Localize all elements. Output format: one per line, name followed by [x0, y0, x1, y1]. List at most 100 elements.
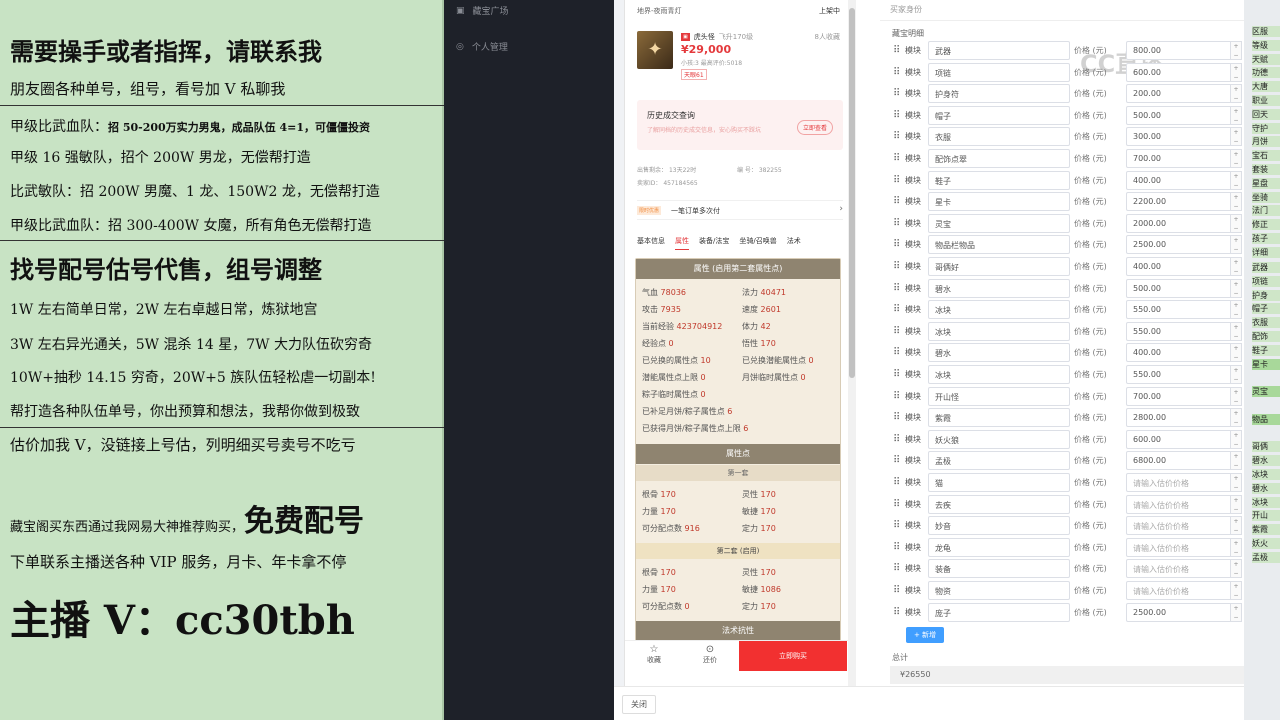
price-input[interactable]: 700.00	[1126, 149, 1234, 168]
nav-item-plaza[interactable]: ▣ 藏宝广场	[456, 4, 509, 18]
promo-bar[interactable]: 限时优惠 一笔订单多次付 ›	[637, 200, 843, 220]
module-name-input[interactable]: 护身符	[928, 84, 1070, 104]
nav-item-personal[interactable]: ◎ 个人管理	[456, 40, 508, 54]
price-input[interactable]: 600.00	[1126, 429, 1234, 449]
drag-handle-icon[interactable]: ⠿	[893, 347, 900, 358]
price-stepper[interactable]: + −	[1230, 429, 1242, 449]
module-name-input[interactable]: 妙音	[928, 516, 1070, 536]
drag-handle-icon[interactable]: ⠿	[893, 67, 900, 78]
drag-handle-icon[interactable]: ⠿	[893, 45, 900, 56]
drag-handle-icon[interactable]: ⠿	[893, 218, 900, 229]
price-stepper[interactable]: + −	[1230, 127, 1242, 147]
module-name-input[interactable]: 紫霞	[928, 408, 1070, 428]
module-name-input[interactable]: 鞋子	[928, 170, 1070, 190]
module-name-input[interactable]: 装备	[928, 559, 1070, 579]
price-stepper[interactable]: + −	[1230, 213, 1242, 233]
module-name-input[interactable]: 孟极	[928, 451, 1070, 471]
price-input[interactable]: 550.00	[1126, 321, 1234, 341]
price-stepper[interactable]: + −	[1230, 559, 1242, 579]
price-input[interactable]: 550.00	[1126, 300, 1234, 320]
drag-handle-icon[interactable]: ⠿	[893, 542, 900, 553]
price-input[interactable]: 请输入估价价格	[1126, 537, 1234, 557]
drag-handle-icon[interactable]: ⠿	[893, 196, 900, 207]
price-stepper[interactable]: + −	[1230, 494, 1242, 514]
price-input[interactable]: 2800.00	[1126, 408, 1234, 428]
price-stepper[interactable]: + −	[1230, 278, 1242, 298]
price-input[interactable]: 400.00	[1126, 257, 1234, 276]
module-name-input[interactable]: 冰块	[928, 365, 1070, 384]
module-name-input[interactable]: 武器	[928, 41, 1070, 60]
price-stepper[interactable]: + −	[1230, 149, 1242, 168]
tab-attributes[interactable]: 属性	[675, 236, 689, 250]
price-stepper[interactable]: + −	[1230, 192, 1242, 212]
drag-handle-icon[interactable]: ⠿	[893, 88, 900, 99]
drag-handle-icon[interactable]: ⠿	[893, 369, 900, 380]
price-stepper[interactable]: + −	[1230, 105, 1242, 125]
module-name-input[interactable]: 猫	[928, 473, 1070, 492]
price-stepper[interactable]: + −	[1230, 300, 1242, 320]
module-name-input[interactable]: 哥俩好	[928, 257, 1070, 276]
module-name-input[interactable]: 配饰点翠	[928, 149, 1070, 168]
add-row-button[interactable]: + 新增	[906, 627, 944, 643]
bargain-button[interactable]: ⊙ 还价	[703, 644, 717, 665]
module-name-input[interactable]: 冰块	[928, 321, 1070, 341]
price-input[interactable]: 请输入估价价格	[1126, 473, 1234, 492]
price-input[interactable]: 2500.00	[1126, 602, 1234, 622]
module-name-input[interactable]: 项链	[928, 62, 1070, 82]
drag-handle-icon[interactable]: ⠿	[893, 585, 900, 596]
module-name-input[interactable]: 帽子	[928, 105, 1070, 125]
price-stepper[interactable]: + −	[1230, 321, 1242, 341]
drag-handle-icon[interactable]: ⠿	[893, 131, 900, 142]
favorite-button[interactable]: ☆ 收藏	[647, 644, 661, 665]
price-input[interactable]: 2000.00	[1126, 213, 1234, 233]
module-name-input[interactable]: 龙龟	[928, 537, 1070, 557]
drag-handle-icon[interactable]: ⠿	[893, 326, 900, 337]
scrollbar[interactable]	[848, 0, 856, 686]
drag-handle-icon[interactable]: ⠿	[893, 391, 900, 402]
price-input[interactable]: 550.00	[1126, 365, 1234, 384]
drag-handle-icon[interactable]: ⠿	[893, 110, 900, 121]
tab-basic[interactable]: 基本信息	[637, 236, 665, 250]
price-stepper[interactable]: + −	[1230, 365, 1242, 384]
price-stepper[interactable]: + −	[1230, 170, 1242, 190]
drag-handle-icon[interactable]: ⠿	[893, 153, 900, 164]
price-input[interactable]: 请输入估价价格	[1126, 559, 1234, 579]
drag-handle-icon[interactable]: ⠿	[893, 239, 900, 250]
drag-handle-icon[interactable]: ⠿	[893, 304, 900, 315]
drag-handle-icon[interactable]: ⠿	[893, 455, 900, 466]
drag-handle-icon[interactable]: ⠿	[893, 412, 900, 423]
price-input[interactable]: 请输入估价价格	[1126, 516, 1234, 536]
tab-spells[interactable]: 法术	[787, 236, 801, 250]
module-name-input[interactable]: 衣服	[928, 127, 1070, 147]
price-input[interactable]: 2200.00	[1126, 192, 1234, 212]
module-name-input[interactable]: 庞子	[928, 602, 1070, 622]
price-input[interactable]: 请输入估价价格	[1126, 581, 1234, 600]
price-stepper[interactable]: + −	[1230, 343, 1242, 363]
price-stepper[interactable]: + −	[1230, 62, 1242, 82]
price-input[interactable]: 200.00	[1126, 84, 1234, 104]
drag-handle-icon[interactable]: ⠿	[893, 607, 900, 618]
module-name-input[interactable]: 碧水	[928, 278, 1070, 298]
price-stepper[interactable]: + −	[1230, 537, 1242, 557]
module-name-input[interactable]: 物品栏物品	[928, 235, 1070, 255]
price-input[interactable]: 400.00	[1126, 343, 1234, 363]
price-input[interactable]: 400.00	[1126, 170, 1234, 190]
price-stepper[interactable]: + −	[1230, 84, 1242, 104]
module-name-input[interactable]: 冰块	[928, 300, 1070, 320]
price-input[interactable]: 800.00	[1126, 41, 1234, 60]
drag-handle-icon[interactable]: ⠿	[893, 499, 900, 510]
buy-now-button[interactable]: 立即购买	[739, 641, 847, 671]
module-name-input[interactable]: 物资	[928, 581, 1070, 600]
price-stepper[interactable]: + −	[1230, 235, 1242, 255]
close-button[interactable]: 关闭	[622, 695, 656, 714]
drag-handle-icon[interactable]: ⠿	[893, 520, 900, 531]
history-card[interactable]: 历史成交查询 了解同档的历史成交信息，安心购买不踩坑 立即查看	[637, 100, 843, 150]
history-view-button[interactable]: 立即查看	[796, 120, 833, 135]
price-stepper[interactable]: + −	[1230, 408, 1242, 428]
price-input[interactable]: 2500.00	[1126, 235, 1234, 255]
price-input[interactable]: 300.00	[1126, 127, 1234, 147]
price-stepper[interactable]: + −	[1230, 257, 1242, 276]
price-input[interactable]: 请输入估价价格	[1126, 494, 1234, 514]
tab-equipment[interactable]: 装备/法宝	[699, 236, 729, 250]
drag-handle-icon[interactable]: ⠿	[893, 434, 900, 445]
